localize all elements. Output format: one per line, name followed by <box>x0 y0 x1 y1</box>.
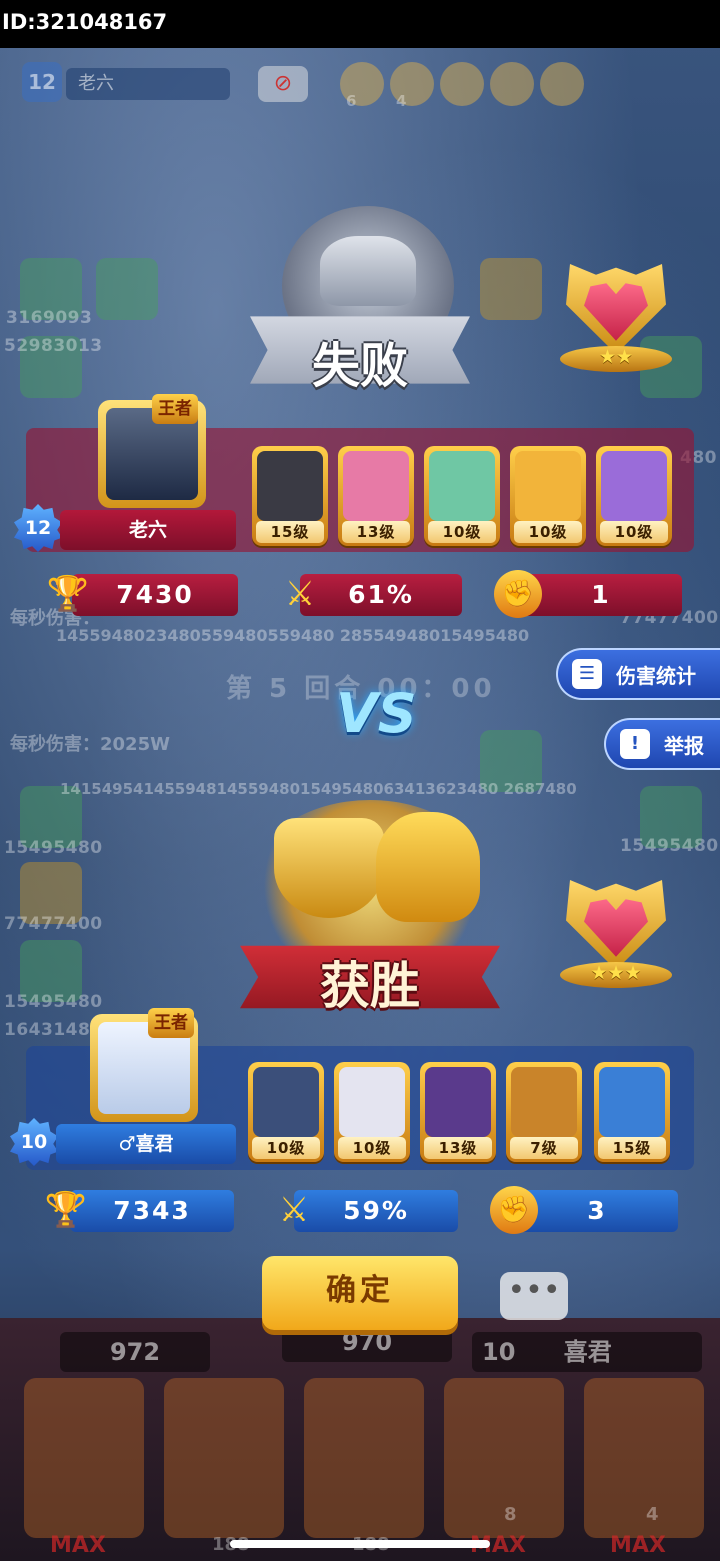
hero-level: 15级 <box>598 1137 666 1159</box>
status-bar: ID:321048167 <box>0 0 720 48</box>
tray-hero-card <box>164 1378 284 1538</box>
loser-hero-card[interactable]: 15级 <box>252 446 328 546</box>
board-tile <box>96 258 158 320</box>
victory-label: 获胜 <box>320 957 420 1015</box>
fist-icon: ✊ <box>494 570 542 618</box>
tray-hero-card <box>304 1378 424 1538</box>
winner-win-rate: 59% <box>294 1190 458 1232</box>
face-count: 6 <box>346 92 357 110</box>
fist-icon: ✊ <box>490 1186 538 1234</box>
no-sound-icon: ⊘ <box>258 66 308 102</box>
top-player-name: 老六 <box>66 68 230 100</box>
player-id: ID:321048167 <box>2 10 168 34</box>
loser-rank-shield: ★★ <box>560 264 672 372</box>
hero-art <box>601 451 667 521</box>
board-number: 52983013 <box>4 336 103 356</box>
hero-art <box>257 451 323 521</box>
hero-level: 10级 <box>428 521 496 543</box>
board-number: 15495480 <box>4 992 103 1012</box>
bottom-level: 10 <box>482 1338 516 1366</box>
tray-card-number: 8 <box>504 1504 517 1525</box>
damage-stats-button[interactable]: ☰ 伤害统计 <box>556 648 720 700</box>
loser-power: 1 <box>520 574 682 616</box>
crown-tag: 王者 <box>148 1008 194 1038</box>
winner-hero-card[interactable]: 13级 <box>420 1062 496 1162</box>
shield-stars: ★★ <box>598 346 634 368</box>
winner-hero-card[interactable]: 10级 <box>248 1062 324 1162</box>
trophy-icon: 🏆 <box>44 1190 88 1230</box>
bottom-player-tag: 10 喜君 <box>472 1332 702 1372</box>
vs-label: VS <box>336 682 417 745</box>
hero-level: 10级 <box>600 521 668 543</box>
hero-art <box>253 1067 319 1137</box>
max-label: MAX <box>50 1533 106 1558</box>
loser-hero-card[interactable]: 10级 <box>596 446 672 546</box>
loser-hero-card[interactable]: 13级 <box>338 446 414 546</box>
winner-hero-card[interactable]: 10级 <box>334 1062 410 1162</box>
coin-counter: 972 <box>60 1332 210 1372</box>
hero-level: 13级 <box>342 521 410 543</box>
loser-win-rate: 61% <box>300 574 462 616</box>
tray-card-number: 4 <box>646 1504 659 1525</box>
board-number: 77477400 <box>4 914 103 934</box>
face-count: 4 <box>396 92 407 110</box>
hero-level: 10级 <box>514 521 582 543</box>
hero-art <box>599 1067 665 1137</box>
board-number: 3169093 <box>6 308 93 328</box>
hero-level: 15级 <box>256 521 324 543</box>
hero-level: 13级 <box>424 1137 492 1159</box>
loser-name: 老六 <box>60 510 236 550</box>
hero-art <box>429 451 495 521</box>
report-label: 举报 <box>664 734 704 758</box>
winner-name: ♂喜君 <box>56 1124 236 1164</box>
hero-level: 10级 <box>252 1137 320 1159</box>
top-level-badge: 12 <box>22 62 62 102</box>
loser-trophies: 7430 <box>72 574 238 616</box>
winner-trophies: 7343 <box>70 1190 234 1232</box>
winner-rank-shield: ★★★ <box>560 880 672 988</box>
loser-hero-card[interactable]: 10级 <box>510 446 586 546</box>
knight-mascot-icon <box>376 812 480 922</box>
winner-hero-card[interactable]: 7级 <box>506 1062 582 1162</box>
hero-art <box>515 451 581 521</box>
dps-label: 每秒伤害：2025W <box>10 734 170 755</box>
hero-art <box>511 1067 577 1137</box>
damage-stats-label: 伤害统计 <box>616 664 696 688</box>
gold-cup-icon <box>274 818 384 918</box>
crossed-swords-icon: ⚔ <box>284 574 316 614</box>
chat-bubble-icon[interactable]: ••• <box>500 1272 568 1320</box>
winner-hero-card[interactable]: 15级 <box>594 1062 670 1162</box>
confirm-button[interactable]: 确定 <box>262 1256 458 1330</box>
report-button[interactable]: ! 举报 <box>604 718 720 770</box>
board-number: 15495480 <box>620 836 719 856</box>
crossed-swords-icon: ⚔ <box>278 1190 310 1230</box>
winner-power: 3 <box>516 1190 678 1232</box>
hero-level: 7级 <box>510 1137 578 1159</box>
hero-art <box>343 451 409 521</box>
board-number: 1643148 <box>4 1020 91 1040</box>
hero-face-icon <box>440 62 484 106</box>
hero-art <box>339 1067 405 1137</box>
defeat-label: 失败 <box>311 338 408 394</box>
hero-art <box>425 1067 491 1137</box>
knight-helmet-icon <box>320 236 416 306</box>
max-label: MAX <box>610 1533 666 1558</box>
shield-alert-icon: ! <box>620 729 650 759</box>
loser-hero-card[interactable]: 10级 <box>424 446 500 546</box>
trophy-icon: 🏆 <box>46 574 90 614</box>
damage-row: 1415495414559481455948015495480634136234… <box>60 780 577 798</box>
hero-face-icon <box>540 62 584 106</box>
home-indicator[interactable] <box>230 1540 490 1548</box>
tray-hero-card <box>24 1378 144 1538</box>
list-icon: ☰ <box>572 659 602 689</box>
board-number: 15495480 <box>4 838 103 858</box>
bottom-name: 喜君 <box>563 1338 612 1366</box>
shield-stars: ★★★ <box>590 962 642 984</box>
tray-hero-card <box>584 1378 704 1538</box>
crown-tag: 王者 <box>152 394 198 424</box>
hero-face-icon <box>490 62 534 106</box>
damage-row: 1455948023480559480559480 28554948015495… <box>56 626 530 645</box>
hero-level: 10级 <box>338 1137 406 1159</box>
board-tile <box>480 258 542 320</box>
